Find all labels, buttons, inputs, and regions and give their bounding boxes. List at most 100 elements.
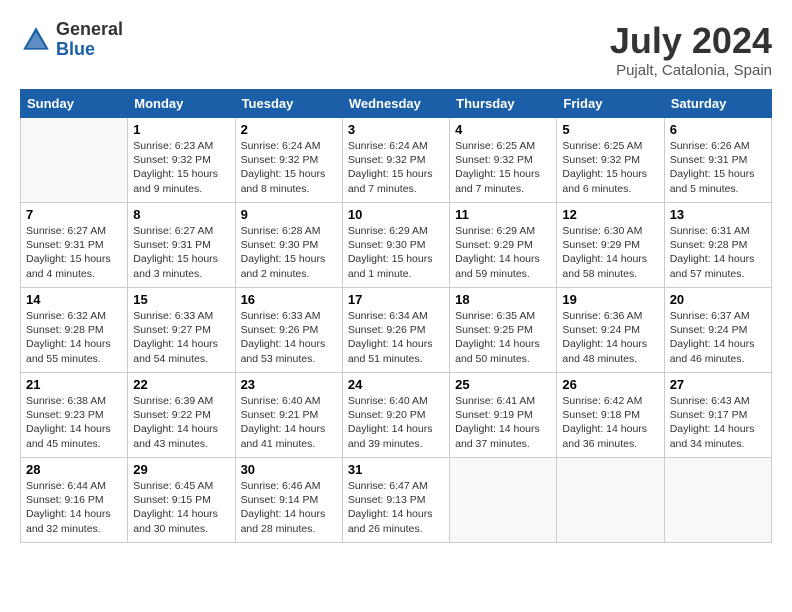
calendar-cell: 8 Sunrise: 6:27 AMSunset: 9:31 PMDaylight… [128, 203, 235, 288]
day-number: 29 [133, 462, 229, 477]
cell-details: Sunrise: 6:24 AMSunset: 9:32 PMDaylight:… [348, 139, 444, 196]
calendar-header-saturday: Saturday [664, 90, 771, 118]
cell-details: Sunrise: 6:30 AMSunset: 9:29 PMDaylight:… [562, 224, 658, 281]
cell-details: Sunrise: 6:23 AMSunset: 9:32 PMDaylight:… [133, 139, 229, 196]
day-number: 11 [455, 207, 551, 222]
calendar-cell: 26 Sunrise: 6:42 AMSunset: 9:18 PMDayligh… [557, 373, 664, 458]
day-number: 3 [348, 122, 444, 137]
calendar-week-row: 28 Sunrise: 6:44 AMSunset: 9:16 PMDayligh… [21, 458, 772, 543]
day-number: 31 [348, 462, 444, 477]
calendar-header-friday: Friday [557, 90, 664, 118]
cell-details: Sunrise: 6:33 AMSunset: 9:27 PMDaylight:… [133, 309, 229, 366]
day-number: 16 [241, 292, 337, 307]
calendar-cell: 9 Sunrise: 6:28 AMSunset: 9:30 PMDaylight… [235, 203, 342, 288]
cell-details: Sunrise: 6:31 AMSunset: 9:28 PMDaylight:… [670, 224, 766, 281]
cell-details: Sunrise: 6:42 AMSunset: 9:18 PMDaylight:… [562, 394, 658, 451]
calendar-cell: 13 Sunrise: 6:31 AMSunset: 9:28 PMDayligh… [664, 203, 771, 288]
day-number: 26 [562, 377, 658, 392]
title-block: July 2024 Pujalt, Catalonia, Spain [610, 20, 772, 79]
logo-general-text: General [56, 20, 123, 40]
cell-details: Sunrise: 6:32 AMSunset: 9:28 PMDaylight:… [26, 309, 122, 366]
cell-details: Sunrise: 6:43 AMSunset: 9:17 PMDaylight:… [670, 394, 766, 451]
calendar-header-sunday: Sunday [21, 90, 128, 118]
calendar-cell [664, 458, 771, 543]
cell-details: Sunrise: 6:34 AMSunset: 9:26 PMDaylight:… [348, 309, 444, 366]
calendar-week-row: 1 Sunrise: 6:23 AMSunset: 9:32 PMDaylight… [21, 118, 772, 203]
logo-icon [20, 24, 52, 56]
day-number: 30 [241, 462, 337, 477]
calendar-cell: 30 Sunrise: 6:46 AMSunset: 9:14 PMDayligh… [235, 458, 342, 543]
day-number: 12 [562, 207, 658, 222]
cell-details: Sunrise: 6:41 AMSunset: 9:19 PMDaylight:… [455, 394, 551, 451]
day-number: 21 [26, 377, 122, 392]
calendar-table: SundayMondayTuesdayWednesdayThursdayFrid… [20, 89, 772, 543]
day-number: 10 [348, 207, 444, 222]
logo-blue-text: Blue [56, 40, 123, 60]
day-number: 24 [348, 377, 444, 392]
cell-details: Sunrise: 6:33 AMSunset: 9:26 PMDaylight:… [241, 309, 337, 366]
cell-details: Sunrise: 6:40 AMSunset: 9:21 PMDaylight:… [241, 394, 337, 451]
calendar-cell: 15Sunrise: 6:33 AMSunset: 9:27 PMDayligh… [128, 288, 235, 373]
calendar-cell: 4Sunrise: 6:25 AMSunset: 9:32 PMDaylight… [450, 118, 557, 203]
calendar-cell: 11Sunrise: 6:29 AMSunset: 9:29 PMDayligh… [450, 203, 557, 288]
calendar-header-thursday: Thursday [450, 90, 557, 118]
calendar-cell: 29 Sunrise: 6:45 AMSunset: 9:15 PMDayligh… [128, 458, 235, 543]
calendar-cell: 20 Sunrise: 6:37 AMSunset: 9:24 PMDayligh… [664, 288, 771, 373]
calendar-cell: 17 Sunrise: 6:34 AMSunset: 9:26 PMDayligh… [342, 288, 449, 373]
cell-details: Sunrise: 6:24 AMSunset: 9:32 PMDaylight:… [241, 139, 337, 196]
day-number: 13 [670, 207, 766, 222]
month-year: July 2024 [610, 20, 772, 62]
calendar-cell: 21 Sunrise: 6:38 AMSunset: 9:23 PMDayligh… [21, 373, 128, 458]
cell-details: Sunrise: 6:40 AMSunset: 9:20 PMDaylight:… [348, 394, 444, 451]
calendar-header-tuesday: Tuesday [235, 90, 342, 118]
calendar-cell: 31Sunrise: 6:47 AMSunset: 9:13 PMDayligh… [342, 458, 449, 543]
calendar-header-monday: Monday [128, 90, 235, 118]
day-number: 17 [348, 292, 444, 307]
day-number: 20 [670, 292, 766, 307]
day-number: 28 [26, 462, 122, 477]
cell-details: Sunrise: 6:46 AMSunset: 9:14 PMDaylight:… [241, 479, 337, 536]
calendar-cell [450, 458, 557, 543]
logo-text: General Blue [56, 20, 123, 60]
cell-details: Sunrise: 6:44 AMSunset: 9:16 PMDaylight:… [26, 479, 122, 536]
day-number: 9 [241, 207, 337, 222]
cell-details: Sunrise: 6:29 AMSunset: 9:30 PMDaylight:… [348, 224, 444, 281]
calendar-cell: 1 Sunrise: 6:23 AMSunset: 9:32 PMDaylight… [128, 118, 235, 203]
calendar-week-row: 14 Sunrise: 6:32 AMSunset: 9:28 PMDayligh… [21, 288, 772, 373]
calendar-cell: 14 Sunrise: 6:32 AMSunset: 9:28 PMDayligh… [21, 288, 128, 373]
calendar-cell: 2 Sunrise: 6:24 AMSunset: 9:32 PMDaylight… [235, 118, 342, 203]
calendar-cell: 18Sunrise: 6:35 AMSunset: 9:25 PMDayligh… [450, 288, 557, 373]
calendar-cell: 24 Sunrise: 6:40 AMSunset: 9:20 PMDayligh… [342, 373, 449, 458]
calendar-cell: 7Sunrise: 6:27 AMSunset: 9:31 PMDaylight… [21, 203, 128, 288]
day-number: 22 [133, 377, 229, 392]
calendar-cell: 16 Sunrise: 6:33 AMSunset: 9:26 PMDayligh… [235, 288, 342, 373]
calendar-cell: 28 Sunrise: 6:44 AMSunset: 9:16 PMDayligh… [21, 458, 128, 543]
day-number: 7 [26, 207, 122, 222]
cell-details: Sunrise: 6:37 AMSunset: 9:24 PMDaylight:… [670, 309, 766, 366]
calendar-week-row: 21 Sunrise: 6:38 AMSunset: 9:23 PMDayligh… [21, 373, 772, 458]
cell-details: Sunrise: 6:27 AMSunset: 9:31 PMDaylight:… [133, 224, 229, 281]
day-number: 1 [133, 122, 229, 137]
day-number: 6 [670, 122, 766, 137]
calendar-cell: 25Sunrise: 6:41 AMSunset: 9:19 PMDayligh… [450, 373, 557, 458]
location: Pujalt, Catalonia, Spain [610, 62, 772, 79]
calendar-cell [557, 458, 664, 543]
day-number: 8 [133, 207, 229, 222]
calendar-cell: 19Sunrise: 6:36 AMSunset: 9:24 PMDayligh… [557, 288, 664, 373]
day-number: 2 [241, 122, 337, 137]
logo: General Blue [20, 20, 123, 60]
cell-details: Sunrise: 6:38 AMSunset: 9:23 PMDaylight:… [26, 394, 122, 451]
calendar-cell: 12 Sunrise: 6:30 AMSunset: 9:29 PMDayligh… [557, 203, 664, 288]
calendar-cell: 23Sunrise: 6:40 AMSunset: 9:21 PMDayligh… [235, 373, 342, 458]
cell-details: Sunrise: 6:39 AMSunset: 9:22 PMDaylight:… [133, 394, 229, 451]
calendar-cell: 27Sunrise: 6:43 AMSunset: 9:17 PMDayligh… [664, 373, 771, 458]
calendar-header-row: SundayMondayTuesdayWednesdayThursdayFrid… [21, 90, 772, 118]
calendar-cell: 10 Sunrise: 6:29 AMSunset: 9:30 PMDayligh… [342, 203, 449, 288]
cell-details: Sunrise: 6:36 AMSunset: 9:24 PMDaylight:… [562, 309, 658, 366]
cell-details: Sunrise: 6:28 AMSunset: 9:30 PMDaylight:… [241, 224, 337, 281]
day-number: 5 [562, 122, 658, 137]
page-header: General Blue July 2024 Pujalt, Catalonia… [20, 20, 772, 79]
day-number: 14 [26, 292, 122, 307]
cell-details: Sunrise: 6:45 AMSunset: 9:15 PMDaylight:… [133, 479, 229, 536]
cell-details: Sunrise: 6:25 AMSunset: 9:32 PMDaylight:… [455, 139, 551, 196]
